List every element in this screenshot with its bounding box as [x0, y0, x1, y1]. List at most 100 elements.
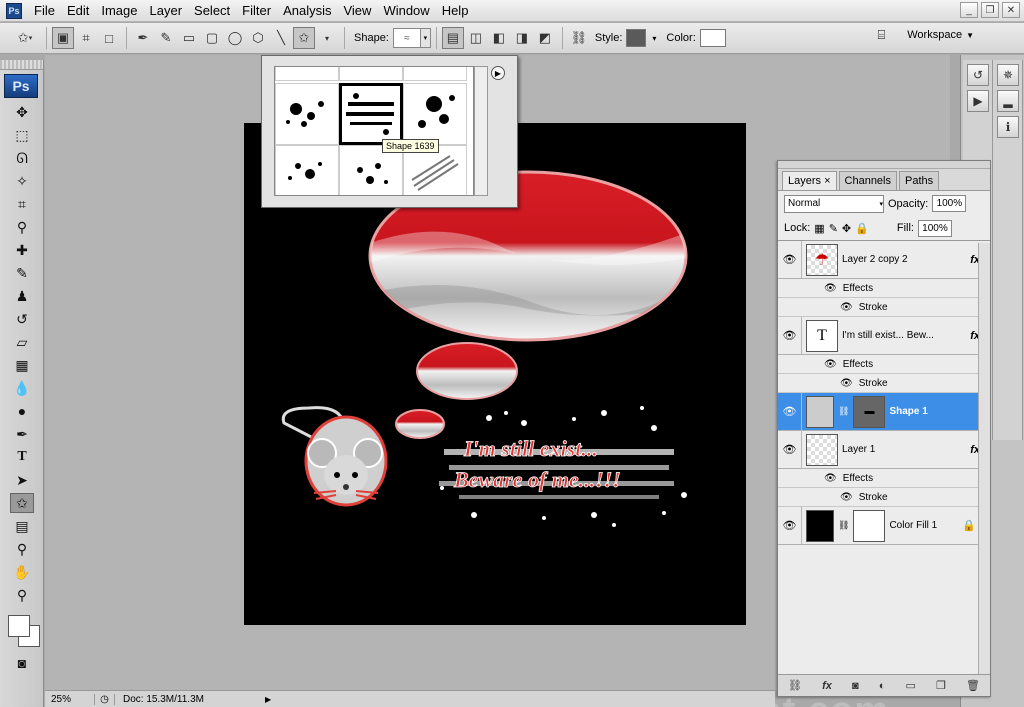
adjustment-layer-icon[interactable]: ◐ — [879, 680, 886, 692]
effects-row[interactable]: 👁 Effects — [778, 469, 990, 488]
pen-tool[interactable]: ✒ — [10, 424, 34, 444]
visibility-eye-icon[interactable]: 👁 — [778, 241, 802, 278]
effects-row[interactable]: 👁 Effects — [778, 279, 990, 298]
zoom-level[interactable]: 25% — [45, 693, 95, 705]
histogram-icon[interactable]: ▂ — [997, 90, 1019, 112]
shape-cell[interactable] — [339, 67, 403, 81]
layers-scrollbar[interactable] — [978, 243, 990, 675]
menu-layer[interactable]: Layer — [144, 0, 189, 22]
link-layers-icon[interactable]: ⛓ — [788, 679, 802, 692]
shape-cell[interactable] — [275, 145, 339, 195]
notes-tool[interactable]: ▤ — [10, 516, 34, 536]
workspace-button[interactable]: ⌸ Workspace ▼ — [877, 27, 974, 43]
panel-header[interactable] — [778, 161, 990, 169]
line-button[interactable]: ╲ — [270, 27, 292, 49]
custom-shape-button[interactable]: ✩ — [293, 27, 315, 49]
geometry-options-button[interactable]: ▾ — [316, 27, 338, 49]
status-arrow-icon[interactable]: ▶ — [265, 695, 271, 704]
eye-icon[interactable]: 👁 — [840, 492, 853, 503]
rounded-rectangle-button[interactable]: ▢ — [201, 27, 223, 49]
eye-icon[interactable]: 👁 — [840, 302, 853, 313]
visibility-eye-icon[interactable]: 👁 — [778, 431, 802, 468]
color-swatch[interactable] — [699, 29, 726, 47]
freeform-pen-button[interactable]: ✎ — [155, 27, 177, 49]
paths-button[interactable]: ⌗ — [75, 27, 97, 49]
actions-icon[interactable]: ▶ — [967, 90, 989, 112]
eye-icon[interactable]: 👁 — [824, 359, 837, 370]
blur-tool[interactable]: 💧 — [10, 378, 34, 398]
lock-position-icon[interactable]: ✥ — [842, 222, 851, 235]
navigator-icon[interactable]: ✵ — [997, 64, 1019, 86]
shape-cell[interactable] — [403, 67, 467, 81]
visibility-eye-icon[interactable]: 👁 — [778, 317, 802, 354]
eraser-tool[interactable]: ▱ — [10, 332, 34, 352]
eyedropper-tool[interactable]: ⚲ — [10, 217, 34, 237]
delete-layer-icon[interactable]: 🗑 — [966, 679, 980, 692]
tab-channels[interactable]: Channels — [838, 171, 897, 190]
tab-paths[interactable]: Paths — [899, 171, 940, 190]
fill-pixels-button[interactable]: □ — [98, 27, 120, 49]
menu-filter[interactable]: Filter — [236, 0, 277, 22]
custom-shape-tool[interactable]: ✩ — [10, 493, 34, 513]
link-icon[interactable]: ⛓ — [568, 27, 590, 49]
path-selection-tool[interactable]: ➤ — [10, 470, 34, 490]
style-swatch[interactable] — [626, 29, 647, 47]
menu-file[interactable]: File — [28, 0, 61, 22]
hand-tool[interactable]: ✋ — [10, 562, 34, 582]
brush-tool[interactable]: ✎ — [10, 263, 34, 283]
polygon-button[interactable]: ⬡ — [247, 27, 269, 49]
minimize-button[interactable]: _ — [960, 2, 978, 18]
marquee-tool[interactable]: ⬚ — [10, 125, 34, 145]
tab-layers[interactable]: Layers × — [782, 171, 837, 190]
new-layer-icon[interactable]: ❐ — [936, 679, 946, 692]
subtract-mode-button[interactable]: ◧ — [488, 27, 510, 49]
eyedropper-icon[interactable]: ⚲ — [10, 539, 34, 559]
picker-menu-arrow-icon[interactable]: ▶ — [491, 66, 505, 80]
layer-row[interactable]: 👁 T I'm still exist... Bew... fx — [778, 317, 990, 355]
layer-row[interactable]: 👁 ⛓ Color Fill 1 🔒 — [778, 507, 990, 545]
shape-cell[interactable] — [275, 67, 339, 81]
dodge-tool[interactable]: ● — [10, 401, 34, 421]
clone-stamp-tool[interactable]: ♟ — [10, 286, 34, 306]
tool-preset-picker[interactable]: ✩ ▾ — [10, 27, 40, 49]
move-tool[interactable]: ✥ — [10, 102, 34, 122]
rectangle-button[interactable]: ▭ — [178, 27, 200, 49]
info-icon[interactable]: ℹ — [997, 116, 1019, 138]
add-style-icon[interactable]: fx — [822, 680, 832, 692]
stroke-row[interactable]: 👁 Stroke — [778, 298, 990, 317]
lock-pixels-icon[interactable]: ✎ — [829, 222, 838, 235]
add-mask-icon[interactable]: ◙ — [852, 680, 859, 692]
close-button[interactable]: ✕ — [1002, 2, 1020, 18]
shape-layers-button[interactable]: ▣ — [52, 27, 74, 49]
menu-analysis[interactable]: Analysis — [277, 0, 337, 22]
ellipse-button[interactable]: ◯ — [224, 27, 246, 49]
crop-tool[interactable]: ⌗ — [10, 194, 34, 214]
menu-view[interactable]: View — [337, 0, 377, 22]
healing-brush-tool[interactable]: ✚ — [10, 240, 34, 260]
effects-row[interactable]: 👁 Effects — [778, 355, 990, 374]
quick-mask-button[interactable]: ◙ — [10, 653, 34, 673]
shape-cell-selected[interactable] — [339, 83, 403, 145]
blend-mode-select[interactable]: Normal ▾ — [784, 194, 884, 213]
magic-wand-tool[interactable]: ✧ — [10, 171, 34, 191]
color-picker[interactable] — [2, 609, 42, 649]
shape-cell[interactable] — [403, 83, 467, 145]
history-brush-tool[interactable]: ↺ — [10, 309, 34, 329]
panel-grip[interactable] — [0, 60, 43, 70]
type-tool[interactable]: T — [10, 447, 34, 467]
layer-row[interactable]: 👁 Layer 1 fx — [778, 431, 990, 469]
eye-icon[interactable]: 👁 — [824, 283, 837, 294]
lock-all-icon[interactable]: 🔒 — [855, 222, 869, 235]
opacity-input[interactable]: 100% — [932, 195, 967, 212]
menu-edit[interactable]: Edit — [61, 0, 95, 22]
lasso-tool[interactable]: ᘏ — [10, 148, 34, 168]
menu-window[interactable]: Window — [377, 0, 435, 22]
fill-input[interactable]: 100% — [917, 219, 952, 237]
layer-row-selected[interactable]: 👁 ⛓ ▬ Shape 1 — [778, 393, 990, 431]
visibility-eye-icon[interactable]: 👁 — [778, 393, 802, 430]
gradient-tool[interactable]: ▦ — [10, 355, 34, 375]
shape-cell[interactable] — [275, 83, 339, 145]
shape-picker-dropdown[interactable]: ▾ — [420, 28, 431, 48]
add-mode-button[interactable]: ◫ — [465, 27, 487, 49]
style-dropdown-icon[interactable]: ▾ — [652, 34, 656, 43]
